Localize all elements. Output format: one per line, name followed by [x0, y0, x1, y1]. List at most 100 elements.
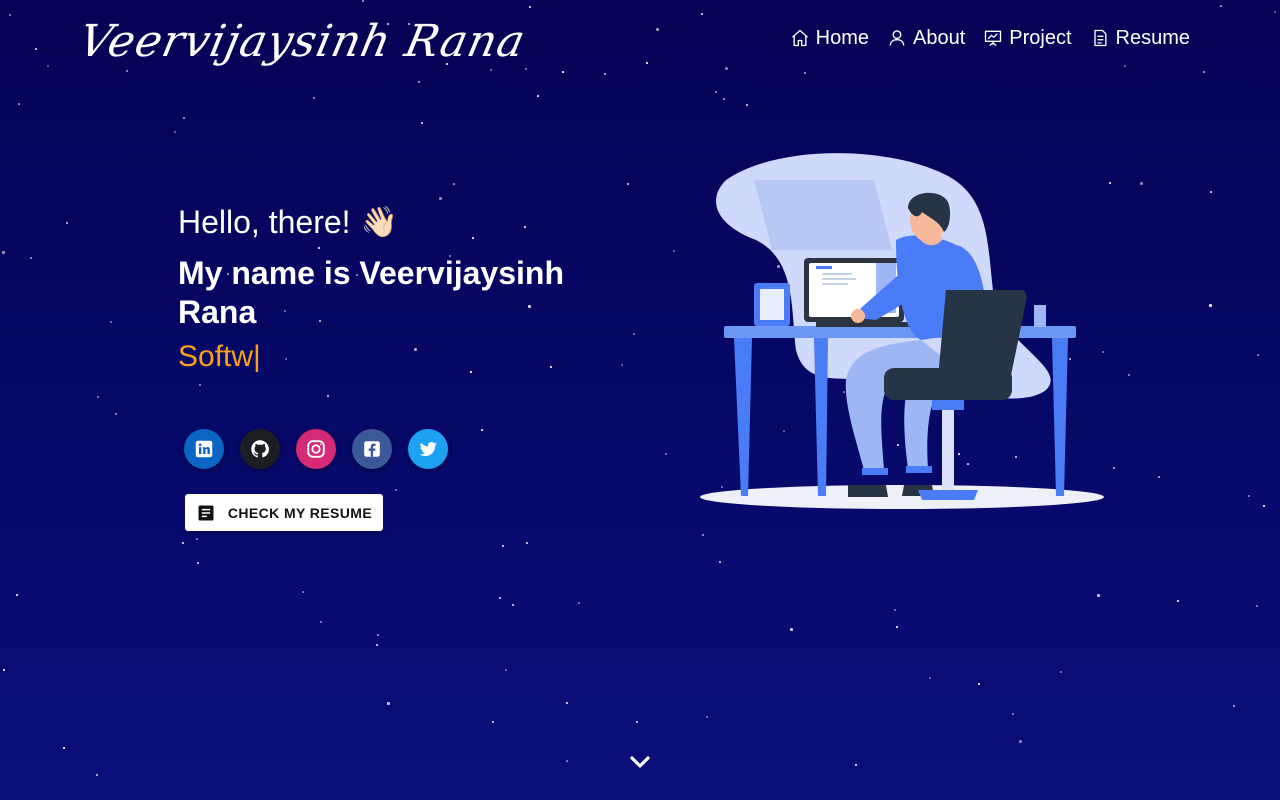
user-icon — [889, 30, 905, 46]
star — [701, 13, 703, 15]
star — [395, 489, 397, 491]
star — [1097, 594, 1100, 597]
wave-emoji-icon: 👋🏻 — [360, 206, 398, 239]
star — [66, 222, 68, 224]
star — [481, 429, 483, 431]
star — [9, 14, 11, 16]
hero-name: My name is Veervijaysinh Rana — [178, 255, 564, 330]
star — [1257, 354, 1259, 356]
main-nav: Home About Project Resume — [790, 24, 1190, 52]
star — [537, 95, 539, 97]
star — [665, 453, 667, 455]
linkedin-icon — [195, 440, 213, 458]
instagram-icon — [307, 440, 325, 458]
star — [633, 333, 635, 335]
star — [929, 677, 931, 679]
desk-leg-mid — [814, 338, 828, 496]
star — [499, 597, 501, 599]
star — [318, 247, 320, 249]
star — [421, 122, 423, 124]
instagram-link[interactable] — [296, 429, 336, 469]
desk-top — [724, 326, 1076, 338]
star — [604, 73, 606, 75]
star — [197, 562, 199, 564]
star — [1124, 65, 1126, 67]
chair-base — [918, 490, 978, 500]
linkedin-link[interactable] — [184, 429, 224, 469]
star — [2, 251, 5, 254]
star — [183, 117, 185, 119]
star — [115, 413, 117, 415]
star — [492, 721, 494, 723]
star — [1263, 505, 1265, 507]
star — [636, 721, 638, 723]
nav-resume-label: Resume — [1115, 27, 1190, 49]
star — [1210, 191, 1212, 193]
nav-resume[interactable]: Resume — [1090, 24, 1190, 52]
star — [1274, 11, 1276, 13]
star — [706, 716, 708, 718]
star — [1012, 713, 1014, 715]
star — [376, 644, 378, 646]
nav-about[interactable]: About — [887, 24, 965, 52]
star — [790, 628, 793, 631]
home-icon — [791, 29, 808, 47]
star — [855, 764, 857, 766]
star — [502, 545, 504, 547]
photo-frame-inner — [760, 289, 784, 320]
star — [621, 364, 623, 366]
star — [512, 604, 514, 606]
star — [1060, 671, 1062, 673]
star — [362, 0, 364, 2]
star — [327, 395, 329, 397]
nav-project[interactable]: Project — [983, 24, 1072, 52]
github-link[interactable] — [240, 429, 280, 469]
document-icon — [1093, 29, 1107, 47]
check-resume-label: CHECK MY RESUME — [227, 504, 373, 521]
star — [646, 62, 648, 64]
desk-leg-right — [1052, 338, 1068, 496]
logo-signature-text[interactable]: Veervijaysinh Rana — [75, 16, 531, 67]
star — [1019, 740, 1022, 743]
star — [673, 250, 675, 252]
star — [1220, 5, 1222, 7]
chair-seat — [884, 368, 1012, 400]
chevron-down-icon[interactable] — [627, 750, 653, 774]
person-shoe-left — [848, 485, 888, 497]
star — [96, 774, 98, 776]
star — [896, 626, 898, 628]
star — [746, 104, 748, 106]
star — [453, 183, 455, 185]
star — [578, 602, 580, 604]
facebook-link[interactable] — [352, 429, 392, 469]
star — [35, 48, 37, 50]
check-resume-button[interactable]: CHECK MY RESUME — [185, 494, 383, 531]
star — [1177, 600, 1179, 602]
cup — [1034, 305, 1046, 327]
star — [320, 621, 322, 623]
wall-screen — [754, 180, 892, 250]
star — [550, 366, 552, 368]
star — [1203, 71, 1205, 73]
star — [1256, 605, 1258, 607]
nav-home[interactable]: Home — [790, 24, 869, 52]
floor-shadow — [700, 485, 1104, 509]
star — [18, 103, 20, 105]
site-logo[interactable]: Veervijaysinh Rana — [75, 8, 531, 88]
star — [472, 237, 474, 239]
star — [414, 348, 417, 351]
document-icon — [198, 505, 214, 520]
star — [182, 542, 184, 544]
typewriter-text: Softw| — [178, 340, 261, 373]
star — [702, 534, 704, 536]
nav-about-label: About — [913, 27, 966, 49]
star — [978, 683, 980, 685]
star — [525, 68, 527, 70]
star — [97, 396, 99, 398]
star — [63, 747, 65, 749]
twitter-link[interactable] — [408, 429, 448, 469]
facebook-icon — [364, 441, 380, 457]
person-hand — [851, 309, 865, 323]
greeting-text: Hello, there! — [178, 204, 351, 240]
star — [719, 561, 721, 563]
